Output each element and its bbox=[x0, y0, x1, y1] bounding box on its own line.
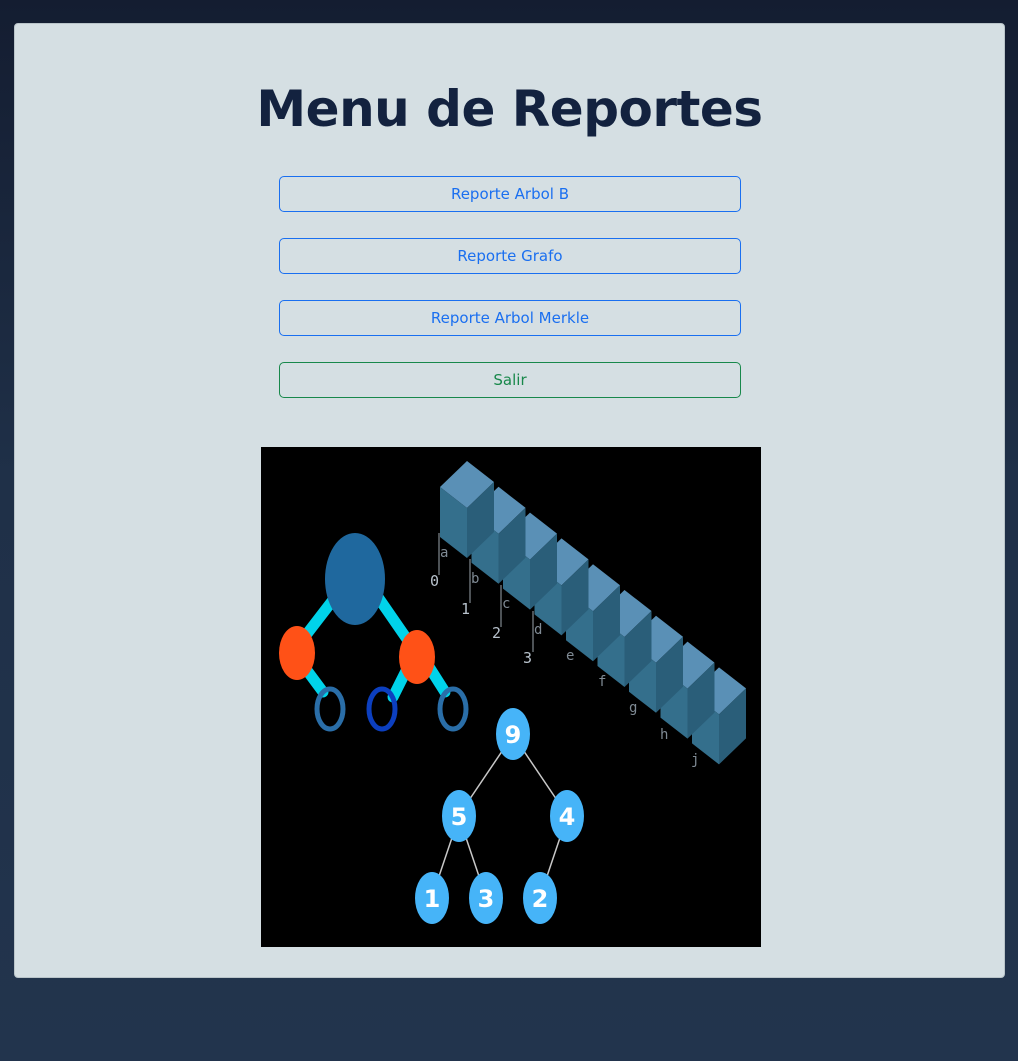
heap-node-label: 1 bbox=[424, 885, 441, 913]
exit-button[interactable]: Salir bbox=[279, 362, 741, 398]
array-letter-label: c bbox=[502, 596, 510, 612]
array-index-label: 3 bbox=[523, 649, 532, 667]
binary-tree-graphic bbox=[279, 533, 469, 732]
btree-report-button[interactable]: Reporte Arbol B bbox=[279, 176, 741, 212]
array-letter-label: d bbox=[534, 622, 542, 638]
array-cubes-graphic bbox=[440, 461, 746, 765]
array-index-label: 0 bbox=[430, 572, 439, 590]
reports-card: Menu de Reportes Reporte Arbol B Reporte… bbox=[14, 23, 1005, 978]
merkle-report-button[interactable]: Reporte Arbol Merkle bbox=[279, 300, 741, 336]
graph-report-button[interactable]: Reporte Grafo bbox=[279, 238, 741, 274]
page-title: Menu de Reportes bbox=[256, 80, 763, 138]
heap-tree-graphic: 9 5 4 1 3 2 bbox=[415, 708, 584, 924]
array-letter-label: b bbox=[471, 571, 479, 587]
array-letter-label: e bbox=[566, 648, 574, 664]
array-index-label: 2 bbox=[492, 624, 501, 642]
array-index-label: 1 bbox=[461, 600, 470, 618]
array-letter-label: a bbox=[440, 545, 448, 561]
heap-node-label: 2 bbox=[532, 885, 549, 913]
heap-node-label: 9 bbox=[505, 721, 522, 749]
heap-node-label: 5 bbox=[451, 803, 468, 831]
heap-node-label: 4 bbox=[559, 803, 576, 831]
heap-node-label: 3 bbox=[478, 885, 495, 913]
array-letter-label: j bbox=[691, 752, 699, 768]
array-letter-label: g bbox=[629, 700, 637, 716]
array-letter-label: h bbox=[660, 727, 668, 743]
array-letter-label: f bbox=[598, 674, 606, 690]
data-structures-illustration: 0 1 2 3 a b c d e f g h j 9 5 4 1 3 2 bbox=[261, 447, 761, 947]
